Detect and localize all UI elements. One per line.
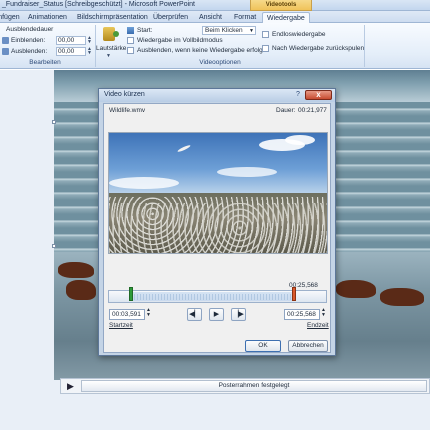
fade-in-label: Einblenden: (11, 37, 46, 44)
start-time-input[interactable]: 00:03,591 (109, 309, 145, 320)
tab-ansicht[interactable]: Ansicht (199, 12, 222, 23)
end-trim-handle[interactable] (292, 287, 296, 301)
previous-frame-button[interactable]: ◀▏ (187, 308, 202, 321)
volume-label[interactable]: Lautstärke (96, 45, 126, 52)
window-title-bar: _Fundraiser_Status [Schreibgeschützt] - … (0, 0, 430, 11)
file-name: Wildlife.wmv (109, 107, 146, 114)
tab-animationen[interactable]: Animationen (28, 12, 67, 23)
play-icon[interactable]: ▶ (67, 381, 74, 392)
status-area (0, 396, 430, 430)
play-icon: ▶ (213, 311, 220, 318)
fullscreen-checkbox[interactable] (127, 37, 134, 44)
rewind-label: Nach Wiedergabe zurückspulen (272, 45, 365, 52)
cloud-shape (217, 167, 277, 177)
horse-image (58, 262, 94, 278)
start-time-spinner-icon[interactable]: ▲ ▼ (146, 308, 151, 318)
end-time-input[interactable]: 00:25,568 (284, 309, 320, 320)
selection-handle[interactable] (52, 244, 56, 248)
loop-label: Endloswiedergabe (272, 31, 326, 38)
duration-value: 00:21,977 (298, 107, 327, 114)
loop-checkbox[interactable] (262, 31, 269, 38)
horse-image (66, 280, 96, 300)
start-trim-handle[interactable] (129, 287, 133, 301)
play-button[interactable]: ▶ (209, 308, 224, 321)
tab-format[interactable]: Format (234, 12, 256, 23)
group-label-videooptionen: Videooptionen (199, 59, 241, 66)
help-icon[interactable]: ? (293, 91, 303, 100)
close-icon[interactable]: x (305, 90, 332, 100)
tab-wiedergabe[interactable]: Wiedergabe (262, 12, 310, 23)
start-select-value: Beim Klicken (205, 27, 243, 34)
dialog-title-bar: Video kürzen ? x (99, 89, 335, 102)
volume-badge-icon (113, 31, 119, 37)
cancel-button[interactable]: Abbrechen (288, 340, 328, 352)
fade-in-icon (2, 37, 9, 44)
cloud-shape (109, 177, 179, 189)
selection-handle[interactable] (52, 120, 56, 124)
videotools-context-tab[interactable]: Videotools (250, 0, 312, 11)
start-time-label: Startzeit (109, 322, 133, 329)
tab-einfuegen[interactable]: Einfügen (0, 12, 20, 23)
fade-in-spinner-icon[interactable]: ▲ ▼ (87, 36, 92, 45)
dialog-title: Video kürzen (104, 91, 145, 98)
dialog-body: Wildlife.wmv Dauer: 00:21,977 00:25,568 … (103, 103, 331, 353)
ribbon: Ausblendedauer Einblenden: 00,00 ▲ ▼ Ausb… (0, 23, 430, 69)
next-frame-icon: ▕▶ (233, 311, 244, 318)
fullscreen-label: Wiedergabe im Vollbildmodus (137, 37, 223, 44)
volume-dropdown-icon[interactable]: ▼ (106, 53, 111, 59)
next-frame-button[interactable]: ▕▶ (231, 308, 246, 321)
previous-frame-icon: ◀▏ (189, 311, 200, 318)
end-time-spinner-icon[interactable]: ▲ ▼ (321, 308, 326, 318)
start-icon (127, 27, 134, 34)
window-title: _Fundraiser_Status [Schreibgeschützt] - … (2, 1, 195, 8)
poster-frame-status: Posterrahmen festgelegt (218, 382, 290, 389)
chevron-down-icon: ▼ (249, 28, 254, 34)
tab-bildschirmpraesentation[interactable]: Bildschirmpräsentation (77, 12, 148, 23)
horse-image (336, 280, 376, 298)
trim-video-dialog: Video kürzen ? x Wildlife.wmv Dauer: 00:… (98, 88, 336, 356)
fade-out-icon (2, 48, 9, 55)
end-time-label: Endzeit (307, 322, 329, 329)
ribbon-separator (364, 25, 365, 67)
hide-when-not-playing-checkbox[interactable] (127, 47, 134, 54)
ribbon-tab-row: Einfügen Animationen Bildschirmpräsentat… (0, 11, 430, 23)
video-preview (109, 133, 327, 253)
duration-label: Dauer: (276, 107, 296, 114)
group-label-bearbeiten: Bearbeiten (29, 59, 61, 66)
tab-ueberpruefen[interactable]: Überprüfen (153, 12, 188, 23)
fade-out-input[interactable]: 00,00 (56, 47, 86, 56)
fade-in-input[interactable]: 00,00 (56, 36, 86, 45)
cloud-shape (285, 135, 315, 145)
bird-colony-texture (109, 203, 327, 253)
ok-button[interactable]: OK (245, 340, 281, 352)
fade-out-label: Ausblenden: (11, 48, 48, 55)
hide-when-not-playing-label: Ausblenden, wenn keine Wiedergabe erfolg… (137, 47, 265, 54)
timeline-selection (131, 292, 293, 301)
rewind-checkbox[interactable] (262, 45, 269, 52)
start-select[interactable]: Beim Klicken ▼ (202, 26, 256, 35)
start-label: Start: (137, 27, 153, 34)
video-control-bar: ▶ Posterrahmen festgelegt (60, 378, 430, 394)
fade-out-spinner-icon[interactable]: ▲ ▼ (87, 47, 92, 56)
horse-image (380, 288, 424, 306)
fade-duration-title: Ausblendedauer (6, 26, 54, 33)
